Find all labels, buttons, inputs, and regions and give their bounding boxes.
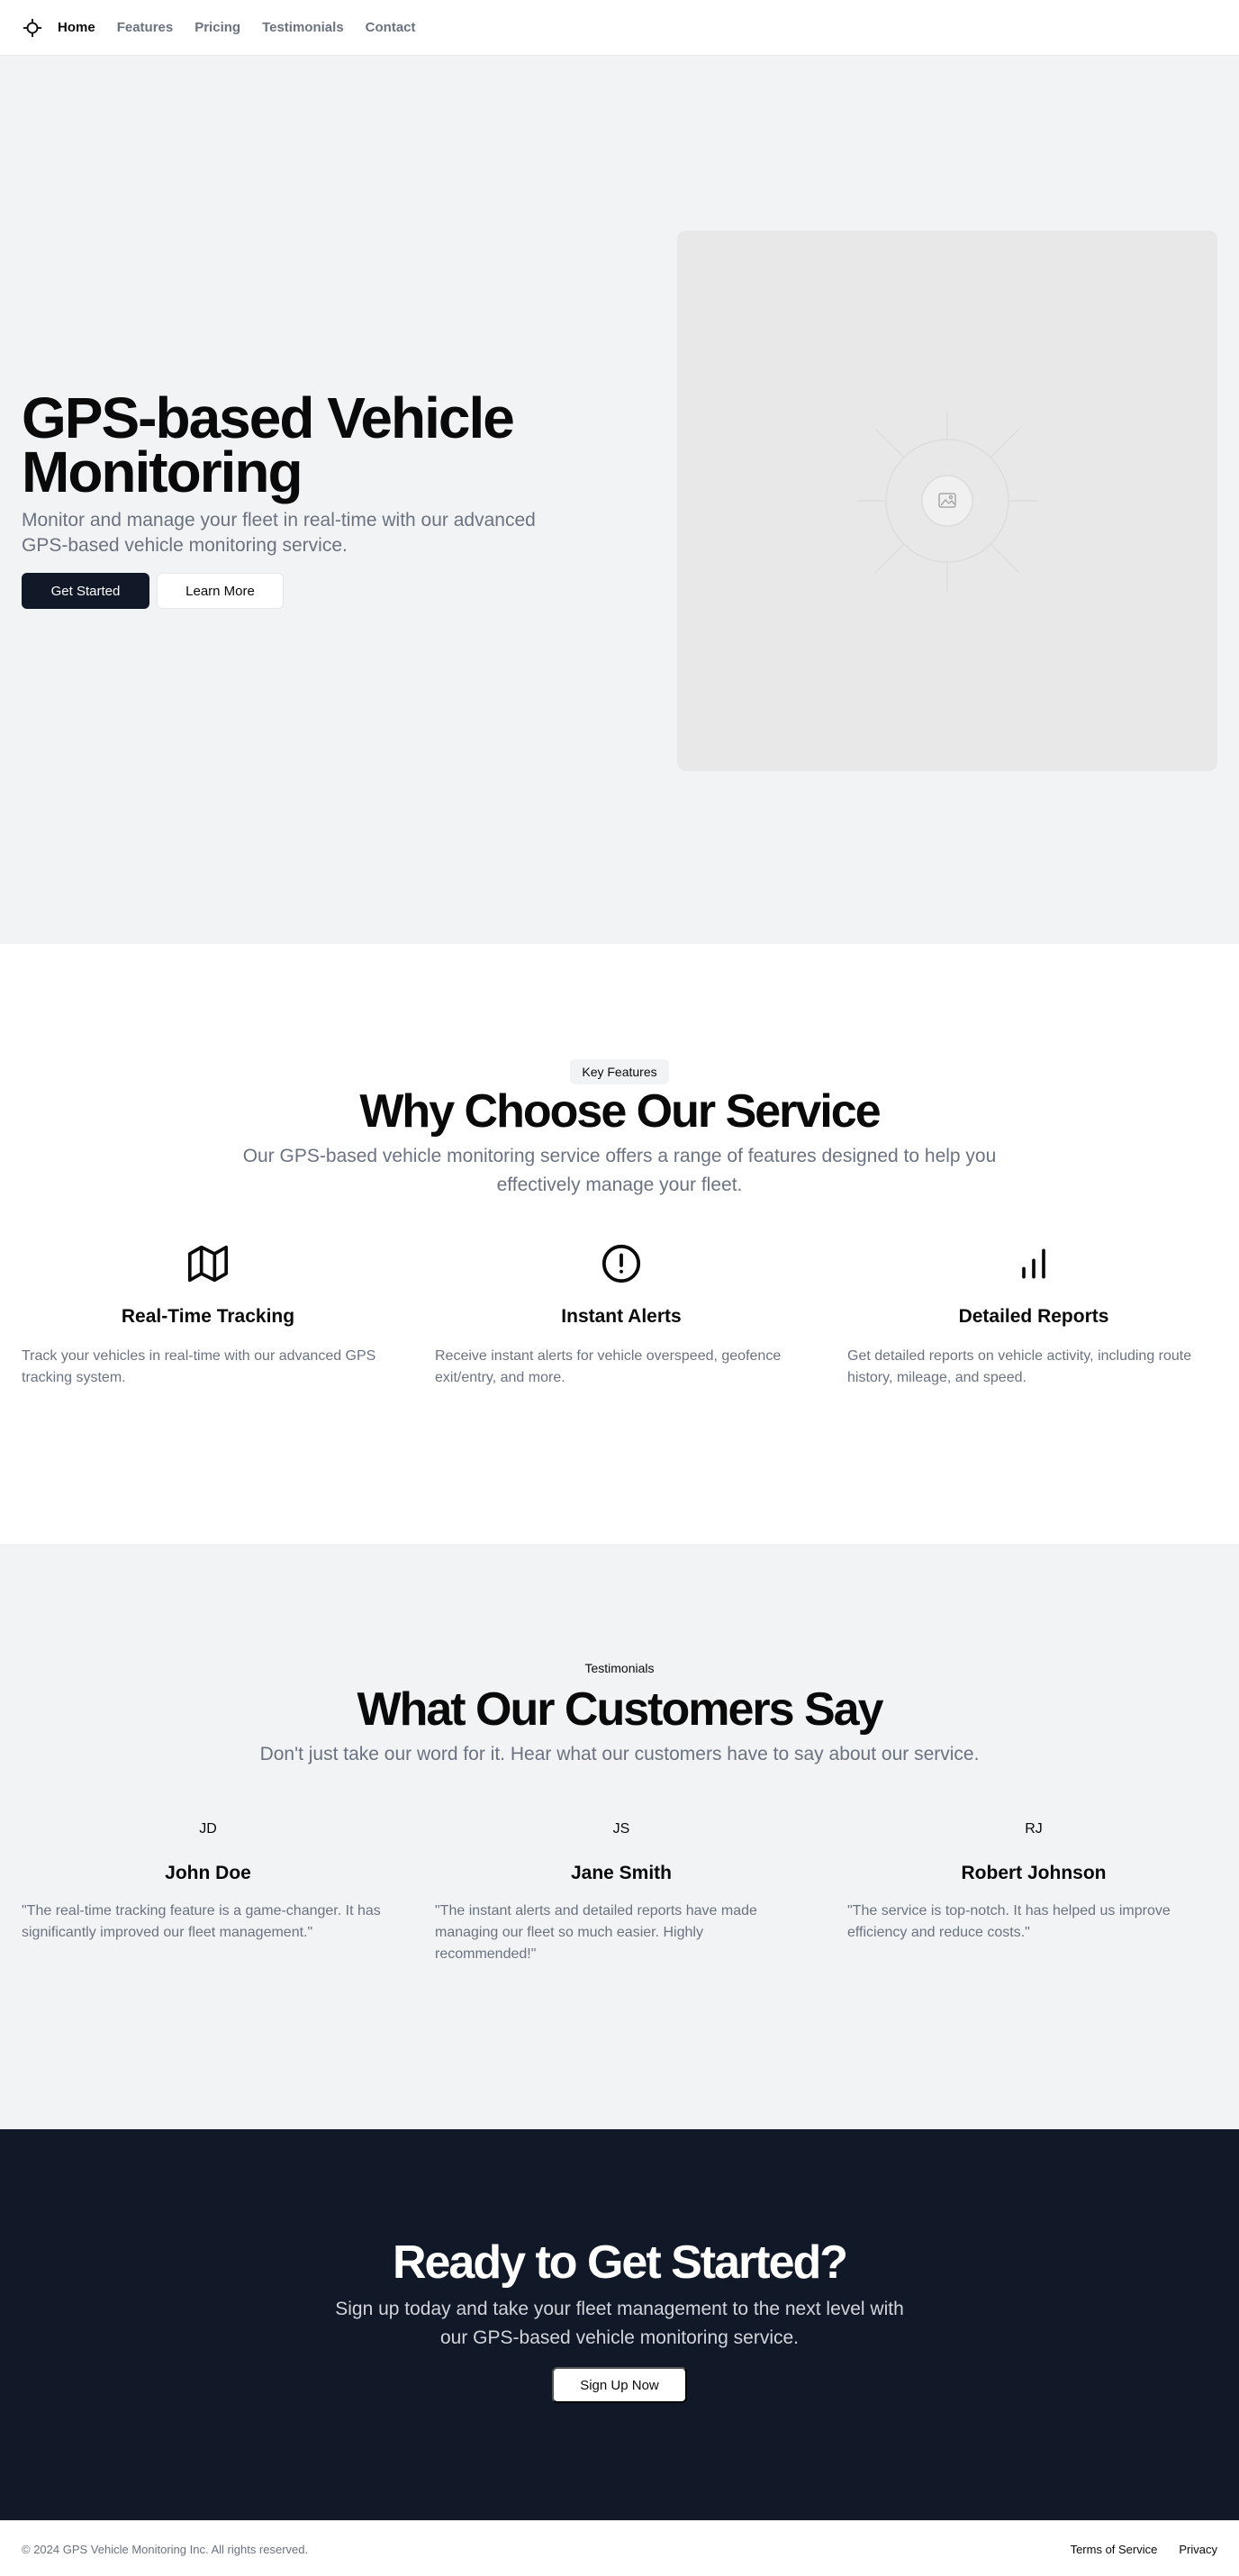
learn-more-button[interactable]: Learn More [157,573,284,609]
nav-link-home[interactable]: Home [58,20,95,35]
feature-description: Track your vehicles in real-time with ou… [22,1348,376,1385]
feature-card: Instant Alerts Receive instant alerts fo… [435,1241,808,1389]
feature-title: Instant Alerts [561,1306,682,1327]
terms-link[interactable]: Terms of Service [1071,2543,1158,2556]
features-title: Why Choose Our Service [359,1085,881,1138]
top-nav: Home Features Pricing Testimonials Conta… [0,0,1239,56]
avatar: RJ [1025,1821,1043,1837]
nav-link-contact[interactable]: Contact [366,20,416,35]
cta-subtitle: Sign up today and take your fleet manage… [335,2299,904,2348]
footer: © 2024 GPS Vehicle Monitoring Inc. All r… [0,2520,1239,2576]
testimonials-subtitle: Don't just take our word for it. Hear wh… [259,1744,980,1764]
feature-card: Detailed Reports Get detailed reports on… [847,1241,1220,1389]
image-placeholder-icon [857,411,1037,591]
features-section: Key Features Why Choose Our Service Our … [0,944,1239,1544]
nav-link-pricing[interactable]: Pricing [194,20,240,35]
testimonial-quote: "The instant alerts and detailed reports… [435,1903,757,1962]
testimonial-name: John Doe [165,1863,251,1883]
feature-title: Real-Time Tracking [121,1306,295,1327]
testimonial-quote: "The service is top-notch. It has helped… [847,1903,1171,1940]
cta-section: Ready to Get Started? Sign up today and … [0,2129,1239,2520]
hero-subtitle: Monitor and manage your fleet in real-ti… [22,510,536,556]
testimonial-name: Robert Johnson [961,1863,1107,1883]
hero-section: GPS-based Vehicle Monitoring Monitor and… [0,56,1239,944]
feature-description: Get detailed reports on vehicle activity… [847,1348,1192,1385]
testimonials-section: Testimonials What Our Customers Say Don'… [0,1544,1239,2129]
testimonial-card: JS Jane Smith "The instant alerts and de… [435,1821,808,1965]
testimonials-title: What Our Customers Say [357,1683,883,1736]
cta-title: Ready to Get Started? [392,2236,848,2289]
testimonial-name: Jane Smith [570,1863,673,1883]
avatar: JS [612,1821,630,1837]
alert-circle-icon [435,1241,808,1286]
testimonial-card: JD John Doe "The real-time tracking feat… [22,1821,394,1944]
key-features-badge: Key Features [570,1059,669,1084]
feature-title: Detailed Reports [958,1306,1109,1327]
testimonial-quote: "The real-time tracking feature is a gam… [22,1903,381,1940]
feature-description: Receive instant alerts for vehicle overs… [435,1348,782,1385]
copyright-text: © 2024 GPS Vehicle Monitoring Inc. All r… [22,2543,309,2556]
hero-title: GPS-based Vehicle Monitoring [22,385,515,504]
feature-card: Real-Time Tracking Track your vehicles i… [22,1241,394,1389]
hero-image-placeholder [677,231,1217,771]
features-subtitle: Our GPS-based vehicle monitoring service… [242,1146,997,1195]
avatar: JD [199,1821,217,1837]
testimonial-card: RJ Robert Johnson "The service is top-no… [847,1821,1220,1944]
map-icon [22,1241,394,1286]
privacy-link[interactable]: Privacy [1179,2543,1217,2556]
sign-up-button[interactable]: Sign Up Now [552,2367,687,2403]
bar-chart-icon [847,1241,1220,1286]
page: Home Features Pricing Testimonials Conta… [0,0,1239,2576]
nav-link-testimonials[interactable]: Testimonials [262,20,344,35]
get-started-button[interactable]: Get Started [22,573,149,609]
footer-links: Terms of Service Privacy [1049,2543,1217,2556]
nav-link-features[interactable]: Features [117,20,174,35]
testimonials-badge: Testimonials [584,1661,655,1675]
crosshair-logo-icon[interactable] [22,17,43,39]
